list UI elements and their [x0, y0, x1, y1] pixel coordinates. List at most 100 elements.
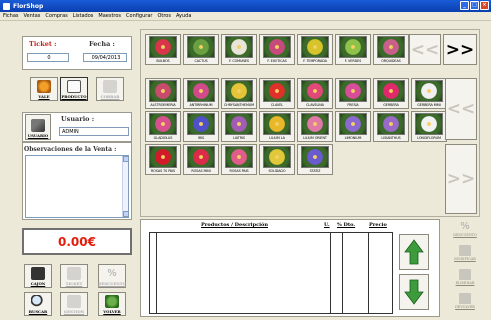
vale-icon	[37, 80, 51, 93]
close-button[interactable]: ×	[480, 1, 489, 10]
puzzle-icon	[105, 295, 119, 308]
product-rosas-pais[interactable]: ROSAS PAIS	[221, 144, 257, 175]
observaciones-scrollbar[interactable]	[122, 156, 129, 217]
product-lilium-orient[interactable]: LILIUM ORIENT	[297, 111, 333, 142]
product-liatris-image	[225, 113, 253, 135]
product-gerbera-mini[interactable]: GERBERA MINI	[411, 78, 447, 109]
category-f-exoticas-image	[263, 36, 291, 58]
product-alstroemeria-image	[149, 80, 177, 102]
product-chrysanthemum[interactable]: CHRYSANTHEMUM	[221, 78, 257, 109]
scroll-up-icon[interactable]	[123, 156, 129, 162]
line-eliminar-button[interactable]: ELIMINAR	[447, 269, 483, 291]
menu-otros[interactable]: Otros	[157, 13, 171, 19]
move-down-button[interactable]	[399, 274, 429, 310]
total-panel: 0.00€	[22, 228, 132, 255]
col-dto-header: % Dto.	[337, 222, 356, 228]
fecha-field[interactable]: 09/04/2013	[83, 53, 127, 62]
menu-listados[interactable]: Listados	[73, 13, 94, 19]
observaciones-label: Observaciones de la Venta :	[24, 146, 117, 153]
line-descuento-button[interactable]: % DESCUENTO	[447, 221, 483, 243]
minimize-button[interactable]: _	[460, 1, 469, 10]
buscar-button[interactable]: BUSCAR	[24, 292, 52, 316]
category-f-exoticas[interactable]: F. EXOTICAS	[259, 34, 295, 65]
category-bulbos[interactable]: BULBOS	[145, 34, 181, 65]
cash-drawer-icon	[31, 267, 45, 280]
product-chrysanthemum-image	[225, 80, 253, 102]
menu-ventas[interactable]: Ventas	[24, 13, 41, 19]
volver-button[interactable]: VOLVER	[98, 292, 126, 316]
table-header: Productos / Descripción U. % Dto. Precio	[141, 222, 439, 230]
ticket-panel: Ticket : 0 Fecha : 09/04/2013	[22, 36, 132, 70]
maximize-button[interactable]: □	[470, 1, 479, 10]
product-clavelina[interactable]: CLAVELINA	[297, 78, 333, 109]
usuario-field[interactable]: ADMIN	[59, 127, 129, 136]
product-clavel[interactable]: CLAVEL	[259, 78, 295, 109]
line-devolver-button[interactable]: DEVOLVER	[447, 293, 483, 315]
product-lisianthus[interactable]: LISIANTHUS	[373, 111, 409, 142]
product-gladiolus-image	[149, 113, 177, 135]
category-bulbos-image	[149, 36, 177, 58]
menu-compras[interactable]: Compras	[45, 13, 67, 19]
product-gerbera-mini-image	[415, 80, 443, 102]
product-solidago[interactable]: SOLIDAGO	[259, 144, 295, 175]
menu-maestros[interactable]: Maestros	[98, 13, 121, 19]
producto-button[interactable]: PRODUCTO	[60, 77, 88, 101]
category-f-verdes[interactable]: F. VERDES	[335, 34, 371, 65]
col-descripcion-header: Productos / Descripción	[201, 222, 268, 228]
product-antirrhinum[interactable]: ANTIRRHINUM	[183, 78, 219, 109]
cajon-button[interactable]: CAJON	[24, 264, 52, 288]
product-lilium-la[interactable]: LILIUM LA	[259, 111, 295, 142]
product-iris[interactable]: IRIS	[183, 111, 219, 142]
key-icon	[31, 119, 45, 132]
receipt-icon	[67, 267, 81, 280]
descuento-button[interactable]: % DESCUENTO	[98, 264, 126, 288]
category-cactus[interactable]: CACTUS	[183, 34, 219, 65]
menu-bar: Fichas Ventas Compras Listados Maestros …	[0, 12, 491, 21]
category-prev-button[interactable]: <<	[409, 34, 441, 65]
product-statiz[interactable]: STATIZ	[297, 144, 333, 175]
ticket-label: Ticket :	[29, 40, 57, 48]
window-titlebar: FlorShop _ □ ×	[0, 0, 491, 12]
menu-fichas[interactable]: Fichas	[3, 13, 19, 19]
usuario-button[interactable]: USUARIO	[25, 114, 51, 140]
document-icon	[67, 80, 81, 93]
ticket-button[interactable]: TICKET	[60, 264, 88, 288]
product-gerbera[interactable]: GERBERA	[373, 78, 409, 109]
gestion-button[interactable]: GESTION	[60, 292, 88, 316]
product-fresia[interactable]: FRESIA	[335, 78, 371, 109]
arrow-down-icon	[404, 279, 424, 305]
line-modificar-button[interactable]: MODIFICAR	[447, 245, 483, 267]
product-rosas-70-pais-image	[149, 146, 177, 168]
move-up-button[interactable]	[399, 234, 429, 270]
category-next-button[interactable]: >>	[443, 34, 477, 65]
cobrar-button[interactable]: COBRAR	[96, 77, 124, 101]
app-icon	[3, 2, 10, 10]
product-liatris[interactable]: LIATRIS	[221, 111, 257, 142]
product-gladiolus[interactable]: GLADIOLUS	[145, 111, 181, 142]
observaciones-textarea[interactable]	[25, 155, 129, 218]
product-lilium-orient-image	[301, 113, 329, 135]
scroll-down-icon[interactable]	[123, 211, 129, 217]
col-precio-header: Precio	[369, 222, 387, 228]
product-limonium-image	[339, 113, 367, 135]
product-prev-button[interactable]: <<	[445, 78, 477, 140]
user-panel: USUARIO Usuario : ADMIN	[22, 112, 132, 142]
product-limonium[interactable]: LIMONIUM	[335, 111, 371, 142]
table-body[interactable]	[149, 232, 393, 314]
products-panel: BULBOS CACTUS F. COMUNES F. EXOTICAS F. …	[140, 29, 480, 217]
vale-button[interactable]: VALE	[30, 77, 58, 101]
menu-ayuda[interactable]: Ayuda	[176, 13, 191, 19]
category-f-comunes[interactable]: F. COMUNES	[221, 34, 257, 65]
product-rosas-mini-image	[187, 146, 215, 168]
product-alstroemeria[interactable]: ALSTROEMERIA	[145, 78, 181, 109]
category-f-comunes-image	[225, 36, 253, 58]
product-rosas-mini[interactable]: ROSAS MINI	[183, 144, 219, 175]
product-rosas-70-pais[interactable]: ROSAS 70 PAIS	[145, 144, 181, 175]
product-antirrhinum-image	[187, 80, 215, 102]
menu-configurar[interactable]: Configurar	[126, 13, 152, 19]
ticket-field[interactable]: 0	[27, 53, 69, 62]
product-longiflorum[interactable]: LONGIFLORUM	[411, 111, 447, 142]
product-next-button[interactable]: >>	[445, 144, 477, 214]
category-orquideas[interactable]: ORQUIDEAS	[373, 34, 409, 65]
category-f-temporada[interactable]: F. TEMPORADA	[297, 34, 333, 65]
